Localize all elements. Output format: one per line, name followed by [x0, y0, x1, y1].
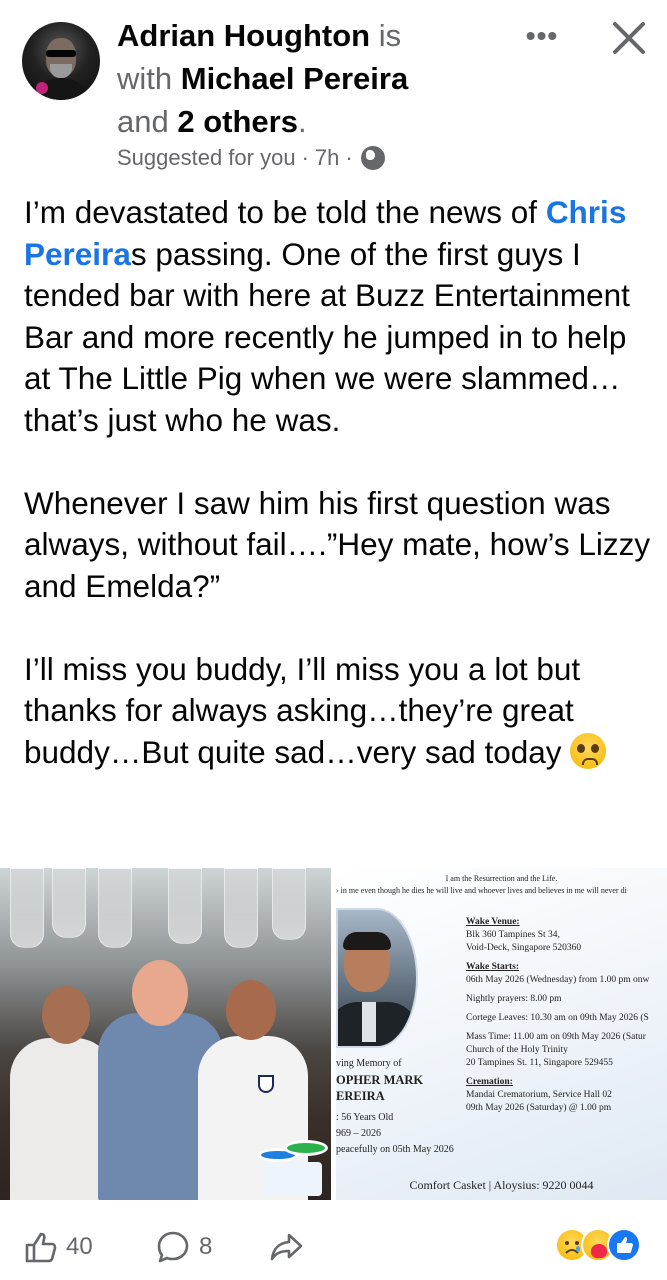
notice-top-line: I am the Resurrection and the Life. — [445, 874, 558, 883]
post-time[interactable]: 7h — [315, 145, 339, 171]
portrait-shirt — [362, 1002, 376, 1042]
like-button[interactable]: 40 — [24, 1222, 93, 1272]
england-crest-icon — [258, 1075, 274, 1093]
cup-stack — [258, 1138, 328, 1198]
avatar-sunglasses — [46, 50, 76, 57]
post-paragraph-1: I’m devastated to be told the news of Ch… — [24, 192, 654, 441]
green-cup — [284, 1140, 328, 1156]
mass-time: Mass Time: 11.00 am on 09th May 2026 (Sa… — [466, 1032, 646, 1042]
like-reaction-icon — [607, 1228, 641, 1262]
wake-venue-heading: Wake Venue: — [466, 917, 520, 927]
notice-footer: Comfort Casket | Aloysius: 9220 0044 — [409, 1178, 594, 1192]
memory-name-1: OPHER MARK — [336, 1073, 424, 1087]
author-name[interactable]: Adrian Houghton — [117, 18, 370, 53]
photo-funeral-notice[interactable]: I am the Resurrection and the Life. › in… — [336, 868, 667, 1200]
suggested-label: Suggested for you — [117, 145, 296, 170]
period-text: . — [297, 104, 307, 139]
like-icon — [25, 1232, 57, 1263]
like-count: 40 — [66, 1233, 93, 1260]
comment-button[interactable]: 8 — [155, 1222, 212, 1272]
close-button[interactable] — [607, 16, 651, 60]
p3-text: I’ll miss you buddy, I’ll miss you a lot… — [24, 650, 581, 770]
cremation-heading: Cremation: — [466, 1077, 513, 1087]
close-icon — [613, 22, 645, 54]
p1-before: I’m devastated to be told the news of — [24, 194, 546, 230]
hanging-glass — [52, 868, 86, 938]
and-text: and — [117, 104, 178, 139]
meta-separator: · — [345, 145, 353, 170]
pleading-face-emoji-icon — [570, 732, 607, 769]
memory-block: ving Memory of OPHER MARK EREIRA : 56 Ye… — [336, 1056, 454, 1158]
memory-name-2: EREIRA — [336, 1089, 385, 1103]
post-body: I’m devastated to be told the news of Ch… — [24, 192, 654, 815]
avatar-badge — [36, 82, 48, 94]
memory-years: 969 – 2026 — [336, 1128, 381, 1139]
avatar-beard — [50, 64, 72, 78]
comment-count: 8 — [199, 1233, 213, 1260]
post-paragraph-2: Whenever I saw him his first question wa… — [24, 484, 651, 604]
notice-details: Wake Venue: Blk 360 Tampines St 34, Void… — [466, 916, 666, 1115]
memory-age: : 56 Years Old — [336, 1112, 394, 1123]
hanging-glass — [168, 868, 202, 944]
others-link[interactable]: 2 others — [177, 104, 298, 139]
wake-starts-heading: Wake Starts: — [466, 962, 520, 972]
person-left-head — [42, 986, 90, 1044]
wake-venue-line-1: Blk 360 Tampines St 34, — [466, 930, 560, 940]
author-avatar[interactable] — [22, 22, 100, 100]
tagged-user[interactable]: Michael Pereira — [181, 61, 408, 96]
memory-passed: peacefully on 05th May 2026 — [336, 1144, 454, 1155]
post-header: Adrian Houghton is with Michael Pereira … — [117, 14, 517, 143]
cremation-line-2: 09th May 2026 (Saturday) @ 1.00 pm — [466, 1103, 612, 1113]
globe-icon — [360, 146, 385, 170]
hanging-glass — [98, 868, 132, 948]
wake-venue-line-2: Void-Deck, Singapore 520360 — [466, 943, 582, 953]
meta-separator: · — [301, 145, 309, 170]
person-right-head — [226, 980, 276, 1040]
share-icon — [270, 1233, 303, 1261]
post-meta: Suggested for you · 7h · — [117, 145, 385, 171]
church-address: 20 Tampines St. 11, Singapore 529455 — [466, 1058, 613, 1068]
hanging-glass — [10, 868, 44, 948]
cup-column — [264, 1162, 322, 1196]
reaction-summary[interactable] — [555, 1228, 641, 1262]
portrait-suit — [338, 1002, 416, 1046]
post-paragraph-3: I’ll miss you buddy, I’ll miss you a lot… — [24, 649, 654, 774]
share-button[interactable] — [268, 1222, 304, 1272]
hanging-glass — [224, 868, 258, 948]
is-text: is — [370, 18, 402, 53]
nightly-prayers: Nightly prayers: 8.00 pm — [466, 994, 562, 1004]
portrait-hair — [343, 932, 391, 950]
more-icon: ••• — [525, 20, 559, 51]
hanging-glass — [272, 868, 306, 940]
person-middle-head — [132, 960, 188, 1026]
more-options-button[interactable]: ••• — [520, 18, 564, 54]
with-text: with — [117, 61, 181, 96]
notice-second-line: › in me even though he dies he will live… — [336, 886, 627, 895]
comment-icon — [157, 1231, 189, 1263]
church-name: Church of the Holy Trinity — [466, 1045, 568, 1055]
wake-starts-line: 06th May 2026 (Wednesday) from 1.00 pm o… — [466, 975, 650, 985]
memory-line: ving Memory of — [336, 1058, 402, 1069]
deceased-portrait — [336, 908, 418, 1048]
cortege-leaves: Cortege Leaves: 10.30 am on 09th May 202… — [466, 1013, 649, 1023]
cremation-line-1: Mandai Crematorium, Service Hall 02 — [466, 1090, 612, 1100]
